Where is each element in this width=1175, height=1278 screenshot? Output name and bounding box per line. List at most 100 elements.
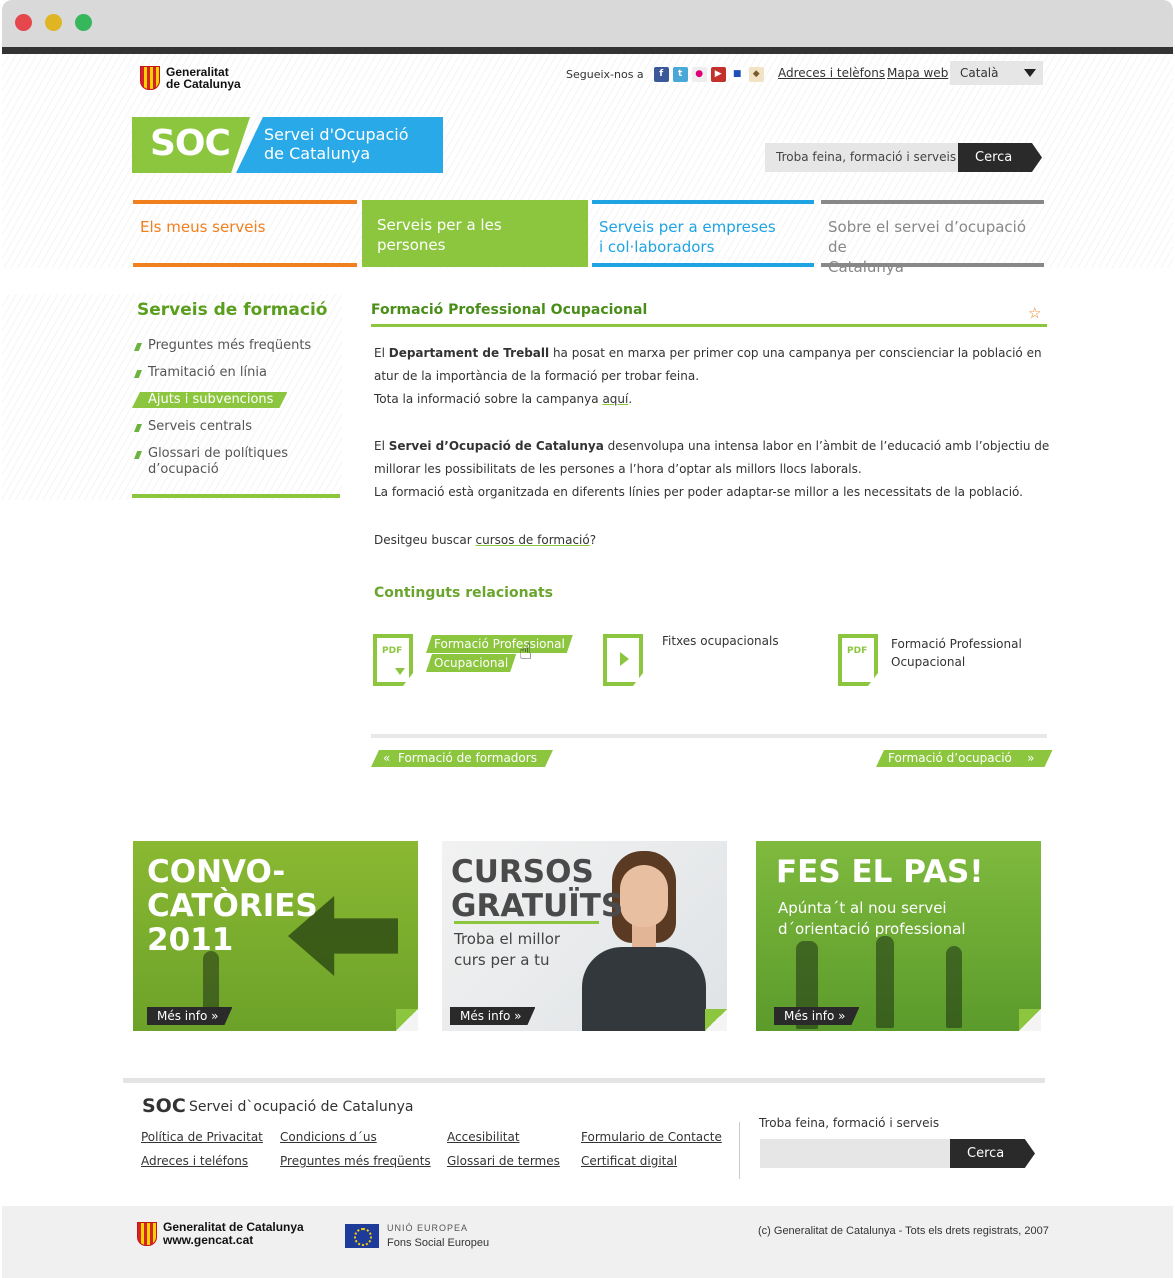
title-divider: [371, 324, 1047, 327]
close-window-button[interactable]: [15, 14, 32, 31]
browser-toolbar-border: [2, 47, 1173, 54]
previous-page-link[interactable]: « Formació de formadors: [371, 750, 553, 767]
related-label: Formació Professional Ocupacional: [426, 635, 573, 673]
sidebar-menu: Preguntes més freqüents Tramitació en lí…: [132, 338, 340, 489]
footer-divider: [123, 1078, 1045, 1083]
glossary-link[interactable]: Glossari de termes: [447, 1154, 560, 1168]
logo-name-text: Servei d'Ocupació de Catalunya: [264, 125, 409, 163]
catalan-flag-icon: [137, 1222, 157, 1246]
web-page: Generalitat de Catalunya Segueix-nos a f…: [2, 54, 1173, 1278]
paragraph-soc: El Servei d’Ocupació de Catalunya desenv…: [374, 439, 1050, 499]
pdf-download-icon: PDF: [373, 634, 413, 686]
sidebar-divider: [132, 494, 340, 498]
page-title: Formació Professional Ocupacional: [371, 302, 648, 318]
star-icon[interactable]: ☆: [1028, 304, 1041, 322]
banner-fes-el-pas[interactable]: FES EL PAS! Apúnta´t al nou servei d´ori…: [756, 841, 1041, 1031]
hand-cursor-icon: ☝: [519, 640, 533, 665]
facebook-icon[interactable]: f: [653, 67, 669, 82]
more-info-button[interactable]: Més info »: [147, 1007, 232, 1025]
gencat-line2: de Catalunya: [166, 77, 241, 91]
addresses-phones-link[interactable]: Adreces i teléfons: [141, 1154, 248, 1168]
maximize-window-button[interactable]: [75, 14, 92, 31]
bullet-icon: [134, 343, 142, 351]
page-fold-icon: [705, 1009, 727, 1031]
sitemap-link[interactable]: Mapa web: [887, 66, 948, 80]
nav-about-service[interactable]: Sobre el servei d’ocupació de Catalunya: [821, 200, 1044, 276]
footer-search-button[interactable]: Cerca: [950, 1139, 1035, 1168]
generalitat-logo[interactable]: Generalitat de Catalunya: [140, 66, 241, 90]
search-input[interactable]: Troba feina, formació i serveis: [765, 143, 958, 172]
minimize-window-button[interactable]: [45, 14, 62, 31]
double-chevron-left-icon: «: [383, 751, 391, 765]
nav-services-people[interactable]: Serveis per a les persones: [362, 200, 588, 267]
banner-title: FES EL PAS!: [776, 854, 984, 890]
youtube-icon[interactable]: ▶: [710, 67, 726, 82]
paragraph-search: Desitgeu buscar cursos de formació?: [374, 533, 597, 547]
chevron-down-icon: [1024, 69, 1036, 77]
sidebar-item-grants[interactable]: Ajuts i subvencions: [132, 392, 340, 408]
sidebar-item-central[interactable]: Serveis centrals: [132, 419, 340, 435]
catalan-flag-icon: [140, 66, 160, 90]
nav-my-services[interactable]: Els meus serveis: [133, 200, 357, 267]
footer-search-label: Troba feina, formació i serveis: [759, 1116, 940, 1130]
eu-logo: UNIÓ EUROPEA Fons Social Europeu: [345, 1221, 489, 1251]
twitter-icon[interactable]: t: [672, 67, 688, 82]
related-label: Formació Professional Ocupacional: [891, 637, 1022, 669]
sidebar-item-faq[interactable]: Preguntes més freqüents: [132, 338, 340, 354]
footer-org-name: Servei d`ocupació de Catalunya: [189, 1099, 414, 1115]
bottom-bar: Generalitat de Catalunya www.gencat.cat …: [2, 1206, 1173, 1278]
delicious-icon[interactable]: ■: [729, 67, 745, 82]
courses-link[interactable]: cursos de formació: [476, 533, 590, 547]
next-page-link[interactable]: Formació d’ocupació »: [876, 750, 1053, 767]
sidebar-title: Serveis de formació: [137, 300, 328, 320]
language-value: Català: [960, 66, 999, 80]
bullet-icon: [134, 424, 142, 432]
page-fold-icon: [396, 1009, 418, 1031]
content-separator: [371, 734, 1047, 738]
pdf-icon: PDF: [838, 634, 878, 686]
faq-link[interactable]: Preguntes més freqüents: [280, 1154, 431, 1168]
banner-subtitle: Troba el millor curs per a tu: [454, 930, 561, 969]
terms-of-use-link[interactable]: Condicions d´us: [280, 1130, 377, 1144]
more-info-button[interactable]: Més info »: [774, 1007, 859, 1025]
eu-flag-icon: [345, 1224, 379, 1248]
follow-label: Segueix-nos a: [566, 68, 644, 81]
digital-certificate-link[interactable]: Certificat digital: [581, 1154, 677, 1168]
soc-logo[interactable]: SOC Servei d'Ocupació de Catalunya: [132, 117, 443, 173]
paragraph-campaign: El Departament de Treball ha posat en ma…: [374, 346, 1042, 406]
accessibility-link[interactable]: Accesibilitat: [447, 1130, 520, 1144]
footer-search: Cerca: [760, 1139, 1035, 1168]
banner-title: CONVO- CATÒRIES 2011: [147, 854, 318, 958]
sidebar-item-glossary[interactable]: Glossari de polítiques d’ocupació: [132, 446, 340, 478]
copyright-text: (c) Generalitat de Catalunya - Tots els …: [758, 1225, 1049, 1237]
search-button[interactable]: Cerca: [958, 143, 1042, 172]
language-select[interactable]: Català: [950, 61, 1043, 85]
contact-form-link[interactable]: Formulario de Contacte: [581, 1130, 722, 1144]
related-label: Fitxes ocupacionals: [662, 634, 779, 648]
banner-title: CURSOS GRATUÏTS: [451, 854, 624, 924]
gencat-footer-logo[interactable]: Generalitat de Catalunya www.gencat.cat: [137, 1221, 304, 1247]
more-info-button[interactable]: Més info »: [450, 1007, 535, 1025]
nav-services-companies[interactable]: Serveis per a empreses i col·laboradors: [592, 200, 814, 267]
rss-feed-icon[interactable]: ◆: [748, 67, 764, 82]
banner-convocatories[interactable]: CONVO- CATÒRIES 2011 Més info »: [133, 841, 418, 1031]
flickr-icon[interactable]: ●: [691, 67, 707, 82]
footer-vertical-divider: [739, 1122, 740, 1179]
page-fold-icon: [1019, 1009, 1041, 1031]
banner-subtitle: Apúnta´t al nou servei d´orientació prof…: [778, 899, 966, 938]
sidebar-item-online[interactable]: Tramitació en línia: [132, 365, 340, 381]
privacy-policy-link[interactable]: Política de Privacitat: [141, 1130, 263, 1144]
footer-soc-logo: SOC: [142, 1095, 186, 1117]
double-chevron-right-icon: »: [1027, 751, 1035, 765]
footer-search-input[interactable]: [760, 1139, 950, 1168]
bullet-icon: [134, 370, 142, 378]
banner-cursos[interactable]: CURSOS GRATUÏTS Troba el millor curs per…: [442, 841, 727, 1031]
social-follow: Segueix-nos a f t ● ▶ ■ ◆: [566, 67, 764, 82]
bullet-icon: [134, 451, 142, 459]
logo-soc-text: SOC: [150, 123, 231, 164]
header-search: Troba feina, formació i serveis Cerca: [765, 143, 1042, 172]
addresses-link[interactable]: Adreces i telèfons: [778, 66, 885, 80]
campaign-link[interactable]: aquí: [602, 392, 628, 406]
related-title: Continguts relacionats: [374, 585, 554, 601]
browser-window-chrome: [2, 0, 1173, 54]
